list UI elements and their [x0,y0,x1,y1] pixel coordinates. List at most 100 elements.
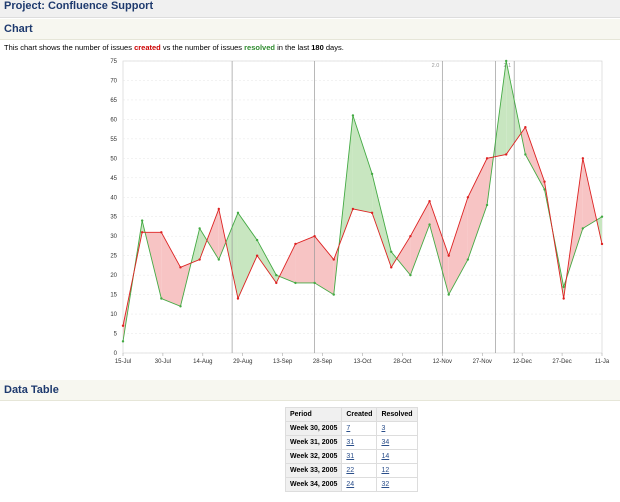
created-vs-resolved-chart: 0 5 10 15 20 25 30 35 40 45 50 55 60 65 70 75 15-Jul 30-J… [110,59,610,365]
resolved-point [562,285,565,289]
created-point [562,297,565,300]
description-suffix-pre: in the last [274,43,312,52]
resolved-point [121,340,125,343]
created-point [447,254,450,257]
period-cell: Week 30, 2005 [284,421,343,436]
created-point [275,281,278,285]
resolved-cell: 32 [376,477,418,492]
created-point [390,266,393,269]
x-tick-label: 14-Aug [193,359,212,365]
table-row: Week 31, 2005 31 34 [284,435,418,450]
resolved-cell: 12 [376,463,418,478]
data-table: Period Created Resolved Week 30, 2005 7 … [284,407,418,492]
resolved-point [390,250,393,253]
resolved-point [275,273,278,277]
resolved-point [447,293,450,296]
period-cell: Week 34, 2005 [284,477,343,492]
created-cell: 31 [341,449,378,464]
y-tick-label: 65 [110,98,117,104]
y-tick-label: 25 [110,254,117,260]
chart-description: This chart shows the number of issues cr… [4,43,344,52]
resolved-link[interactable]: 34 [381,439,389,446]
y-tick-label: 0 [114,351,118,357]
created-point [505,153,508,156]
resolved-point [351,114,355,117]
created-cell: 7 [341,421,378,436]
x-tick-label: 11-Ja [595,359,610,365]
y-tick-label: 40 [110,195,117,201]
resolved-point [179,305,182,308]
y-tick-label: 35 [110,215,117,221]
table-row: Week 33, 2005 22 12 [284,463,418,478]
x-tick-label: 12-Dec [512,359,531,365]
period-cell: Week 31, 2005 [284,435,343,450]
y-tick-label: 55 [110,137,117,143]
created-point [409,235,412,238]
resolved-point [409,273,412,277]
resolved-point [313,281,316,285]
created-point [543,180,546,183]
created-point [370,211,374,215]
created-point [179,266,182,269]
period-cell: Week 33, 2005 [284,463,343,478]
resolved-point [160,297,163,300]
created-link[interactable]: 31 [346,439,354,446]
y-tick-label: 75 [110,59,117,65]
created-point [236,297,240,300]
description-prefix: This chart shows the number of issues [4,43,135,52]
table-row: Week 30, 2005 7 3 [284,421,418,436]
created-point [160,231,163,234]
created-link[interactable]: 31 [346,453,354,460]
resolved-point [332,293,335,296]
created-point [198,258,201,261]
resolved-point [294,281,297,285]
chart-section-header: Chart [0,19,620,40]
resolved-link[interactable]: 3 [381,425,385,432]
description-resolved: resolved [244,43,275,52]
x-tick-label: 29-Aug [233,359,252,365]
x-tick-label: 30-Jul [155,359,171,365]
x-tick-label: 13-Sep [273,359,293,365]
x-tick-label: 28-Sep [313,359,333,365]
created-point [485,157,489,160]
created-point [332,258,335,261]
y-tick-label: 15 [110,293,117,299]
x-tick-label: 27-Nov [473,359,492,365]
resolved-link[interactable]: 14 [381,453,389,460]
y-tick-label: 50 [110,156,117,162]
y-tick-label: 10 [110,312,117,318]
resolved-point [581,227,585,230]
x-tick-label: 13-Oct [353,359,371,365]
created-point [600,242,604,246]
y-tick-label: 45 [110,176,117,182]
created-point [581,157,585,160]
resolved-link[interactable]: 32 [381,481,389,488]
created-point [121,324,125,327]
resolved-point [217,258,220,261]
table-row: Week 32, 2005 31 14 [284,449,418,464]
resolved-point [370,172,374,176]
created-point [428,199,431,203]
data-table-section-header: Data Table [0,380,620,401]
resolved-point [428,223,431,226]
table-row: Week 34, 2005 24 32 [284,477,418,492]
x-tick-label: 27-Dec [552,359,571,365]
resolved-point [505,59,508,63]
period-cell: Week 32, 2005 [284,449,343,464]
description-middle: vs the number of issues [160,43,245,52]
resolved-link[interactable]: 12 [381,467,389,474]
y-tick-label: 70 [110,78,117,84]
created-link[interactable]: 22 [346,467,354,474]
description-created: created [134,43,161,52]
y-tick-label: 60 [110,117,117,123]
x-tick-label: 15-Jul [115,359,131,365]
resolved-point [485,203,489,207]
description-suffix-post: days. [323,43,344,52]
chart-section-title: Chart [4,23,33,35]
table-header-row: Period Created Resolved [284,407,418,422]
created-link[interactable]: 7 [346,425,350,432]
resolved-cell: 3 [376,421,418,436]
y-tick-label: 20 [110,273,117,279]
created-link[interactable]: 24 [346,481,354,488]
resolved-point [236,211,240,215]
